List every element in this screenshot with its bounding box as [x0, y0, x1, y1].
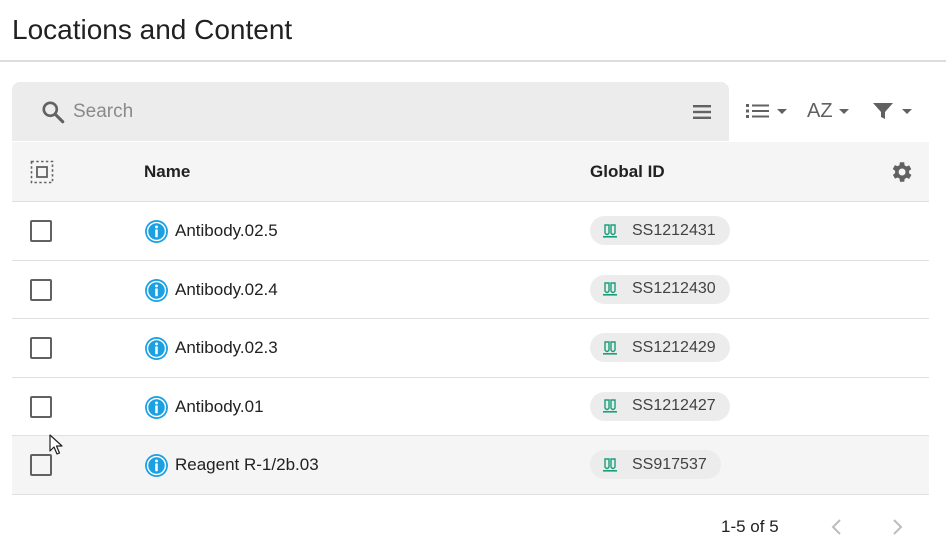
search-icon	[42, 101, 65, 124]
global-id: SS1212429	[632, 338, 716, 356]
row-checkbox[interactable]	[30, 220, 52, 242]
global-id: SS917537	[632, 455, 707, 473]
list-icon	[746, 104, 769, 118]
row-name[interactable]: Antibody.01	[175, 397, 264, 417]
chevron-right-icon[interactable]	[886, 516, 908, 538]
pagination-range: 1-5 of 5	[721, 517, 779, 536]
sample-tubes-icon	[603, 340, 617, 355]
sample-tubes-icon	[603, 399, 617, 413]
page-title: Locations and Content	[12, 14, 293, 45]
chevron-down-icon	[838, 108, 849, 114]
info-icon[interactable]	[144, 278, 169, 303]
global-id-chip[interactable]: SS1212429	[590, 333, 730, 362]
sample-tubes-icon	[603, 223, 617, 238]
select-all-icon[interactable]	[30, 160, 54, 184]
row-checkbox[interactable]	[30, 454, 52, 476]
search-input[interactable]	[73, 96, 673, 128]
global-id: SS1212431	[632, 221, 716, 239]
global-id: SS1212430	[632, 280, 716, 297]
list-view-button[interactable]	[745, 96, 787, 126]
table-row[interactable]: Antibody.02.3 SS1212429	[12, 319, 929, 378]
global-id-chip[interactable]: SS1212427	[590, 391, 730, 421]
sample-tubes-icon	[603, 457, 617, 472]
info-icon[interactable]	[144, 336, 169, 361]
global-id: SS1212427	[632, 397, 716, 414]
filter-icon	[873, 103, 893, 119]
table-row[interactable]: Antibody.02.4 SS1212430	[12, 260, 929, 319]
sample-tubes-icon	[603, 282, 617, 296]
global-id-chip[interactable]: SS917537	[590, 450, 721, 479]
mouse-cursor-icon	[49, 434, 63, 455]
table-row[interactable]: Antibody.01 SS1212427	[12, 377, 929, 436]
chevron-down-icon	[902, 108, 912, 114]
sort-button[interactable]: AZ	[807, 96, 849, 126]
column-header-global-id[interactable]: Global ID	[590, 162, 665, 182]
global-id-chip[interactable]: SS1212430	[590, 274, 730, 304]
chevron-down-icon	[777, 108, 787, 114]
table-row[interactable]: Antibody.02.5 SS1212431	[12, 202, 929, 261]
filter-button[interactable]	[872, 96, 912, 126]
sort-label: AZ	[807, 99, 833, 122]
row-name[interactable]: Antibody.02.3	[175, 338, 278, 358]
gear-icon[interactable]	[888, 159, 914, 185]
title-divider	[0, 60, 946, 62]
info-icon[interactable]	[144, 453, 169, 478]
row-checkbox[interactable]	[30, 278, 52, 301]
menu-icon[interactable]	[692, 102, 712, 122]
info-icon[interactable]	[144, 219, 169, 244]
row-name[interactable]: Antibody.02.5	[175, 221, 278, 241]
global-id-chip[interactable]: SS1212431	[590, 216, 730, 245]
row-name[interactable]: Reagent R-1/2b.03	[175, 455, 319, 475]
table-header: Name Global ID	[12, 142, 929, 202]
row-name[interactable]: Antibody.02.4	[175, 280, 278, 300]
row-checkbox[interactable]	[30, 337, 52, 359]
chevron-left-icon[interactable]	[826, 516, 848, 538]
column-header-name[interactable]: Name	[144, 162, 190, 182]
content-table: Name Global ID Antibody.02.5 SS1212431 A…	[12, 142, 929, 495]
search-bar	[12, 82, 729, 141]
info-icon[interactable]	[144, 395, 169, 420]
table-row[interactable]: Reagent R-1/2b.03 SS917537	[12, 436, 929, 495]
row-checkbox[interactable]	[30, 395, 52, 418]
